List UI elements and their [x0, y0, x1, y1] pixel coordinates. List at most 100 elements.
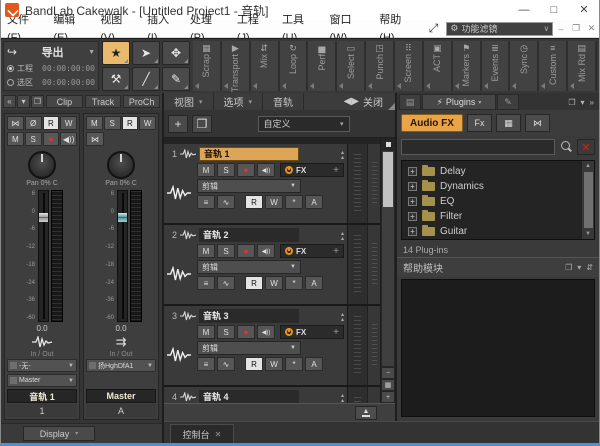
toolbar-module[interactable]: ◷ Sync — [510, 41, 539, 91]
fx-power-icon[interactable] — [285, 247, 293, 255]
strip-button[interactable]: W — [139, 116, 156, 130]
record-arm-button[interactable]: ● — [237, 163, 255, 177]
chevron-down-icon[interactable]: ▾ — [577, 263, 581, 272]
strip-button[interactable]: R — [43, 116, 60, 130]
pan-knob[interactable] — [107, 151, 135, 179]
radio-icon[interactable] — [7, 65, 14, 72]
clips-lane[interactable] — [347, 306, 367, 385]
collapse-chevron-icon[interactable]: ▴▴ — [339, 392, 344, 402]
child-close-button[interactable]: ✕ — [584, 23, 599, 34]
collapse-chevron-icon[interactable]: ▴▴ — [339, 230, 344, 240]
record-arm-button[interactable]: ● — [237, 244, 255, 258]
notes-tab[interactable]: ✎ — [497, 94, 519, 110]
offset-mode-icon[interactable]: ≡ — [197, 357, 215, 371]
vertical-scrollbar[interactable] — [381, 150, 395, 367]
float-window-icon[interactable]: ❐ — [31, 95, 44, 108]
automation-read-button[interactable]: R — [245, 357, 263, 371]
fader-cap[interactable] — [39, 213, 48, 222]
toolbar-module[interactable]: ▦ Scrap — [193, 41, 222, 91]
strip-button[interactable]: S — [25, 132, 42, 146]
mute-button[interactable]: M — [197, 163, 215, 177]
collapse-right-icon[interactable]: » — [590, 98, 594, 107]
input-echo-button[interactable]: ◀)) — [257, 244, 275, 258]
fx-power-icon[interactable] — [285, 166, 293, 174]
automation-read-button[interactable]: R — [245, 195, 263, 209]
export-range-row[interactable]: 工程 00:00:00:00 — [7, 63, 95, 74]
plugin-folder-row[interactable]: + Guitar — [408, 224, 579, 239]
scroll-down-icon[interactable]: ▼ — [585, 229, 591, 239]
mute-button[interactable]: M — [197, 244, 215, 258]
toolbar-module[interactable]: ▤ Mix Rd — [568, 41, 597, 91]
envelope-icon[interactable]: ∿ — [217, 195, 235, 209]
tracks-menu[interactable]: 音轨 — [263, 93, 304, 110]
automation-write-button[interactable]: W — [265, 357, 283, 371]
audio-fx-button[interactable]: Audio FX — [401, 114, 463, 132]
strip-button[interactable]: Ø — [25, 116, 42, 130]
clear-search-button[interactable]: ✕ — [577, 139, 595, 155]
record-arm-button[interactable]: ● — [237, 325, 255, 339]
pan-knob[interactable] — [28, 151, 56, 179]
strip-button[interactable]: S — [104, 116, 121, 130]
track-name[interactable]: 音轨 3 — [199, 309, 299, 323]
expand-vertical-icon[interactable]: ⇵ — [586, 263, 593, 272]
volume-fader[interactable] — [117, 190, 128, 322]
envelope-icon[interactable]: ∿ — [217, 276, 235, 290]
input-echo-button[interactable]: ◀)) — [257, 325, 275, 339]
mute-button[interactable]: M — [197, 325, 215, 339]
maximize-button[interactable]: □ — [539, 0, 569, 20]
automation-arm-button[interactable]: A — [305, 357, 323, 371]
tool-button[interactable]: ⚒ — [102, 67, 130, 91]
offset-mode-icon[interactable]: ≡ — [197, 195, 215, 209]
clips-lane-gutter[interactable] — [367, 387, 380, 403]
console-tab[interactable]: 控制台 ✕ — [170, 424, 234, 443]
fx-add-button[interactable]: + — [333, 165, 339, 176]
toolbar-module[interactable]: ⇵ Mix — [251, 41, 280, 91]
solo-button[interactable]: S — [217, 163, 235, 177]
offset-mode-icon[interactable]: ≡ — [197, 276, 215, 290]
toolbar-module[interactable]: ↻ Loop — [280, 41, 309, 91]
chevron-down-icon[interactable]: ▾ — [17, 95, 30, 108]
fx-add-button[interactable]: + — [333, 246, 339, 257]
plugin-type-button[interactable]: Fx — [467, 114, 492, 132]
chevron-down-icon[interactable]: ▾ — [581, 98, 585, 107]
dock-icon[interactable]: ❐ — [568, 98, 575, 107]
export-range-row[interactable]: 选区 00:00:00:00 — [7, 77, 95, 88]
automation-write-button[interactable]: W — [265, 195, 283, 209]
automation-write-button[interactable]: W — [265, 276, 283, 290]
input-dropdown[interactable]: -无- ▼ — [7, 359, 77, 372]
automation-arm-button[interactable]: A — [305, 195, 323, 209]
track-name[interactable]: 音轨 4 — [199, 390, 299, 404]
solo-button[interactable]: S — [217, 244, 235, 258]
scrollbar-thumb[interactable] — [383, 152, 393, 207]
clip-dropdown[interactable]: 剪辑 ▼ — [197, 179, 301, 193]
search-input[interactable] — [401, 139, 555, 155]
collapse-chevron-icon[interactable]: ▴▴ — [339, 311, 344, 321]
clips-lane[interactable] — [347, 144, 367, 223]
toolbar-module[interactable]: ⚑ Markers — [453, 41, 482, 91]
strip-button[interactable]: ⋈ — [86, 132, 104, 146]
strip-name[interactable]: 音轨 1 — [7, 389, 77, 403]
automation-snapshot-button[interactable]: * — [285, 195, 303, 209]
tool-button[interactable]: ✥ — [162, 41, 190, 65]
tool-button[interactable]: ➤ — [132, 41, 160, 65]
options-menu[interactable]: 选项 ▾ — [214, 93, 264, 110]
child-restore-button[interactable]: ❐ — [569, 23, 584, 34]
inspector-tab[interactable]: Track — [85, 95, 122, 108]
minimize-button[interactable]: — — [509, 0, 539, 20]
media-tab[interactable]: ▤ — [399, 94, 421, 110]
strip-button[interactable]: M — [86, 116, 103, 130]
clips-lane-gutter[interactable] — [367, 225, 380, 304]
plugin-folder-row[interactable]: + Delay — [408, 164, 579, 179]
tool-button[interactable]: ╱ — [132, 67, 160, 91]
view-menu[interactable]: 视图 ▾ — [164, 93, 214, 110]
strip-button[interactable]: M — [7, 132, 24, 146]
expand-plus-icon[interactable]: + — [408, 167, 417, 176]
envelope-icon[interactable]: ∿ — [217, 357, 235, 371]
child-minimize-button[interactable]: ‒ — [553, 24, 568, 34]
tool-button[interactable]: ✎ — [162, 67, 190, 91]
volume-fader[interactable] — [38, 190, 49, 322]
fx-add-button[interactable]: + — [333, 327, 339, 338]
toolbar-module[interactable]: ▭ Select — [337, 41, 366, 91]
automation-snapshot-button[interactable]: * — [285, 357, 303, 371]
function-filter-dropdown[interactable]: ⚙ 功能滤镜 ∨ — [446, 22, 553, 36]
